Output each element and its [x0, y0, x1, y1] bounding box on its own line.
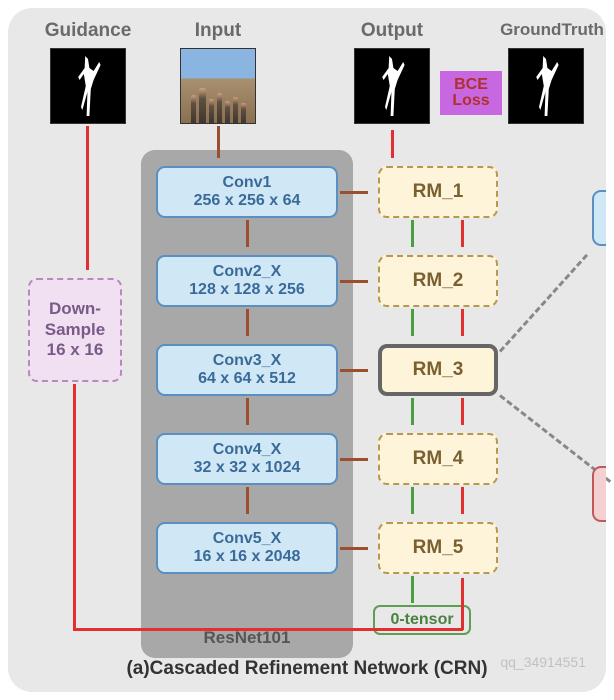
conv4-box: Conv4_X 32 x 32 x 1024	[156, 433, 338, 485]
arrow-g-rm3	[411, 398, 414, 425]
conv2-dims: 128 x 128 x 256	[189, 281, 305, 299]
arrow-c1-c2	[246, 220, 249, 247]
bce-loss-box: BCE Loss	[440, 71, 502, 115]
conv4-dims: 32 x 32 x 1024	[194, 459, 301, 477]
conv5-dims: 16 x 16 x 2048	[194, 548, 301, 566]
groundtruth-thumb	[508, 48, 584, 124]
arrow-c4-rm4	[340, 458, 368, 461]
arrow-r-rm2	[461, 309, 464, 336]
rm3-box: RM_3	[378, 344, 498, 396]
arrow-r-rm1	[461, 220, 464, 247]
arrow-g-rm5	[411, 576, 414, 603]
arrow-c2-c3	[246, 309, 249, 336]
ds-line1: Down-	[49, 299, 101, 319]
output-thumb	[354, 48, 430, 124]
downsample-box: Down- Sample 16 x 16	[28, 278, 122, 382]
label-output: Output	[342, 20, 442, 42]
watermark: qq_34914551	[500, 654, 586, 670]
ds-line3: 16 x 16	[47, 340, 104, 360]
guidance-thumb	[50, 48, 126, 124]
conv4-name: Conv4_X	[213, 441, 281, 459]
ds-line2: Sample	[45, 320, 105, 340]
arrow-g-rm4	[411, 487, 414, 514]
arrow-r-rm3	[461, 398, 464, 425]
conv1-dims: 256 x 256 x 64	[194, 192, 301, 210]
conv3-box: Conv3_X 64 x 64 x 512	[156, 344, 338, 396]
conv5-name: Conv5_X	[213, 530, 281, 548]
conv2-name: Conv2_X	[213, 263, 281, 281]
conv5-box: Conv5_X 16 x 16 x 2048	[156, 522, 338, 574]
dash-rm3-top	[499, 254, 588, 353]
arrow-g-rm1	[411, 220, 414, 247]
label-groundtruth: GroundTruth	[492, 20, 612, 40]
diagram-panel: Guidance Input Output GroundTruth BCE Lo…	[8, 8, 606, 692]
arrow-ds-down	[73, 384, 76, 630]
arrow-rm1-output	[391, 130, 394, 158]
arrow-c3-rm3	[340, 369, 368, 372]
arrow-guid-ds	[86, 126, 89, 270]
rm1-box: RM_1	[378, 166, 498, 218]
arrow-r-rm4	[461, 487, 464, 514]
label-input: Input	[178, 20, 258, 42]
arrow-c4-c5	[246, 487, 249, 514]
arrow-c1-rm1	[340, 191, 368, 194]
arrow-ds-horiz	[73, 628, 463, 631]
right-partial-blue	[592, 190, 606, 246]
bce-line1: BCE	[454, 77, 488, 93]
conv1-box: Conv1 256 x 256 x 64	[156, 166, 338, 218]
conv3-dims: 64 x 64 x 512	[198, 370, 296, 388]
right-partial-red	[592, 466, 606, 522]
rm2-box: RM_2	[378, 255, 498, 307]
arrow-g-rm2	[411, 309, 414, 336]
input-thumb	[180, 48, 256, 124]
arrow-c5-rm5	[340, 547, 368, 550]
conv1-name: Conv1	[223, 174, 272, 192]
arrow-input-conv1	[217, 126, 220, 158]
label-guidance: Guidance	[38, 20, 138, 42]
bce-line2: Loss	[452, 93, 489, 109]
conv2-box: Conv2_X 128 x 128 x 256	[156, 255, 338, 307]
arrow-c3-c4	[246, 398, 249, 425]
arrow-ds-up	[461, 578, 464, 630]
rm5-box: RM_5	[378, 522, 498, 574]
arrow-c2-rm2	[340, 280, 368, 283]
resnet-label: ResNet101	[141, 628, 353, 648]
conv3-name: Conv3_X	[213, 352, 281, 370]
rm4-box: RM_4	[378, 433, 498, 485]
